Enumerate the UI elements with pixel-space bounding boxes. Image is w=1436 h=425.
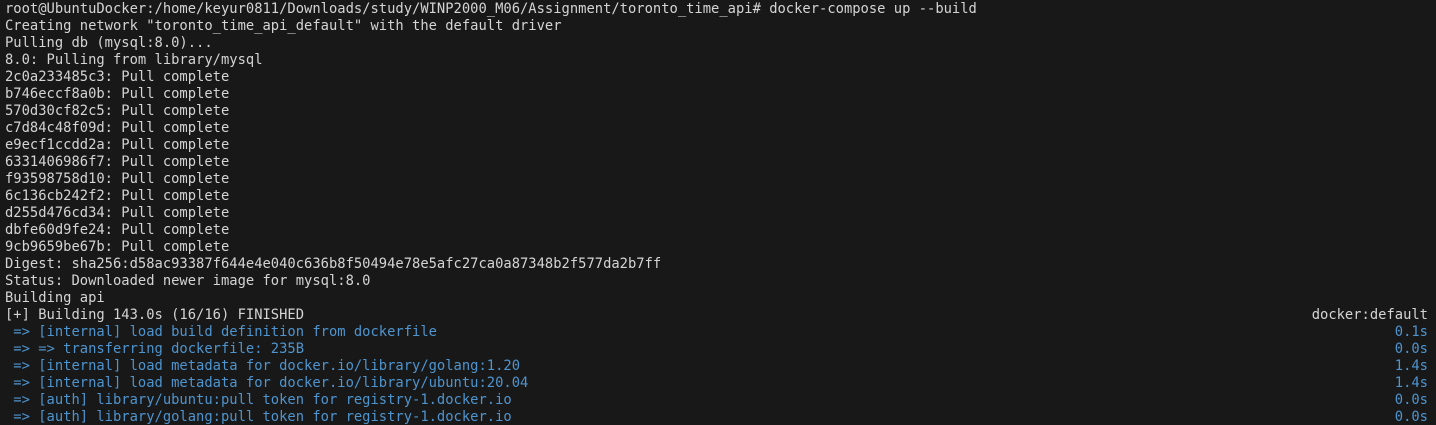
build-step-row: => [auth] library/golang:pull token for …	[5, 409, 1436, 425]
build-step-text: => [internal] load metadata for docker.i…	[5, 375, 529, 391]
output-line: f93598758d10: Pull complete	[5, 171, 230, 187]
output-line: 2c0a233485c3: Pull complete	[5, 69, 230, 85]
output-line: Building api	[5, 290, 105, 306]
build-step-time: 0.0s	[1394, 341, 1428, 357]
output-line: Pulling db (mysql:8.0)...	[5, 35, 213, 51]
output-line: 9cb9659be67b: Pull complete	[5, 239, 230, 255]
build-header-text: [+] Building 143.0s (16/16) FINISHED	[5, 307, 305, 323]
build-step-time: 1.4s	[1394, 358, 1428, 374]
output-line: Digest: sha256:d58ac93387f644e4e040c636b…	[5, 256, 662, 272]
output-line: e9ecf1ccdd2a: Pull complete	[5, 137, 230, 153]
build-step-time: 0.1s	[1394, 324, 1428, 340]
build-step-time: 0.0s	[1394, 409, 1428, 425]
output-line: 6c136cb242f2: Pull complete	[5, 188, 230, 204]
build-step-row: => [auth] library/ubuntu:pull token for …	[5, 392, 1436, 409]
prompt-line: root@UbuntuDocker:/home/keyur0811/Downlo…	[5, 1, 977, 17]
output-line: 570d30cf82c5: Pull complete	[5, 103, 230, 119]
output-line: 6331406986f7: Pull complete	[5, 154, 230, 170]
output-line: 8.0: Pulling from library/mysql	[5, 52, 263, 68]
build-step-text: => => transferring dockerfile: 235B	[5, 341, 305, 357]
build-step-text: => [internal] load build definition from…	[5, 324, 437, 340]
build-step-row: => [internal] load metadata for docker.i…	[5, 375, 1436, 392]
output-line: b746eccf8a0b: Pull complete	[5, 86, 230, 102]
output-line: c7d84c48f09d: Pull complete	[5, 120, 230, 136]
output-line: Status: Downloaded newer image for mysql…	[5, 273, 371, 289]
build-step-text: => [auth] library/golang:pull token for …	[5, 409, 512, 425]
build-step-row: => => transferring dockerfile: 235B 0.0s	[5, 341, 1436, 358]
build-step-row: => [internal] load build definition from…	[5, 324, 1436, 341]
build-step-text: => [auth] library/ubuntu:pull token for …	[5, 392, 512, 408]
build-step-time: 0.0s	[1394, 392, 1428, 408]
build-step-text: => [internal] load metadata for docker.i…	[5, 358, 520, 374]
output-line: Creating network "toronto_time_api_defau…	[5, 18, 562, 34]
output-line: dbfe60d9fe24: Pull complete	[5, 222, 230, 238]
build-step-row: => [internal] load metadata for docker.i…	[5, 358, 1436, 375]
build-step-time: 1.4s	[1394, 375, 1428, 391]
terminal-window[interactable]: root@UbuntuDocker:/home/keyur0811/Downlo…	[0, 0, 1436, 425]
output-line: d255d476cd34: Pull complete	[5, 205, 230, 221]
build-context: docker:default	[1311, 307, 1428, 323]
build-header-row: [+] Building 143.0s (16/16) FINISHED doc…	[5, 307, 1436, 324]
